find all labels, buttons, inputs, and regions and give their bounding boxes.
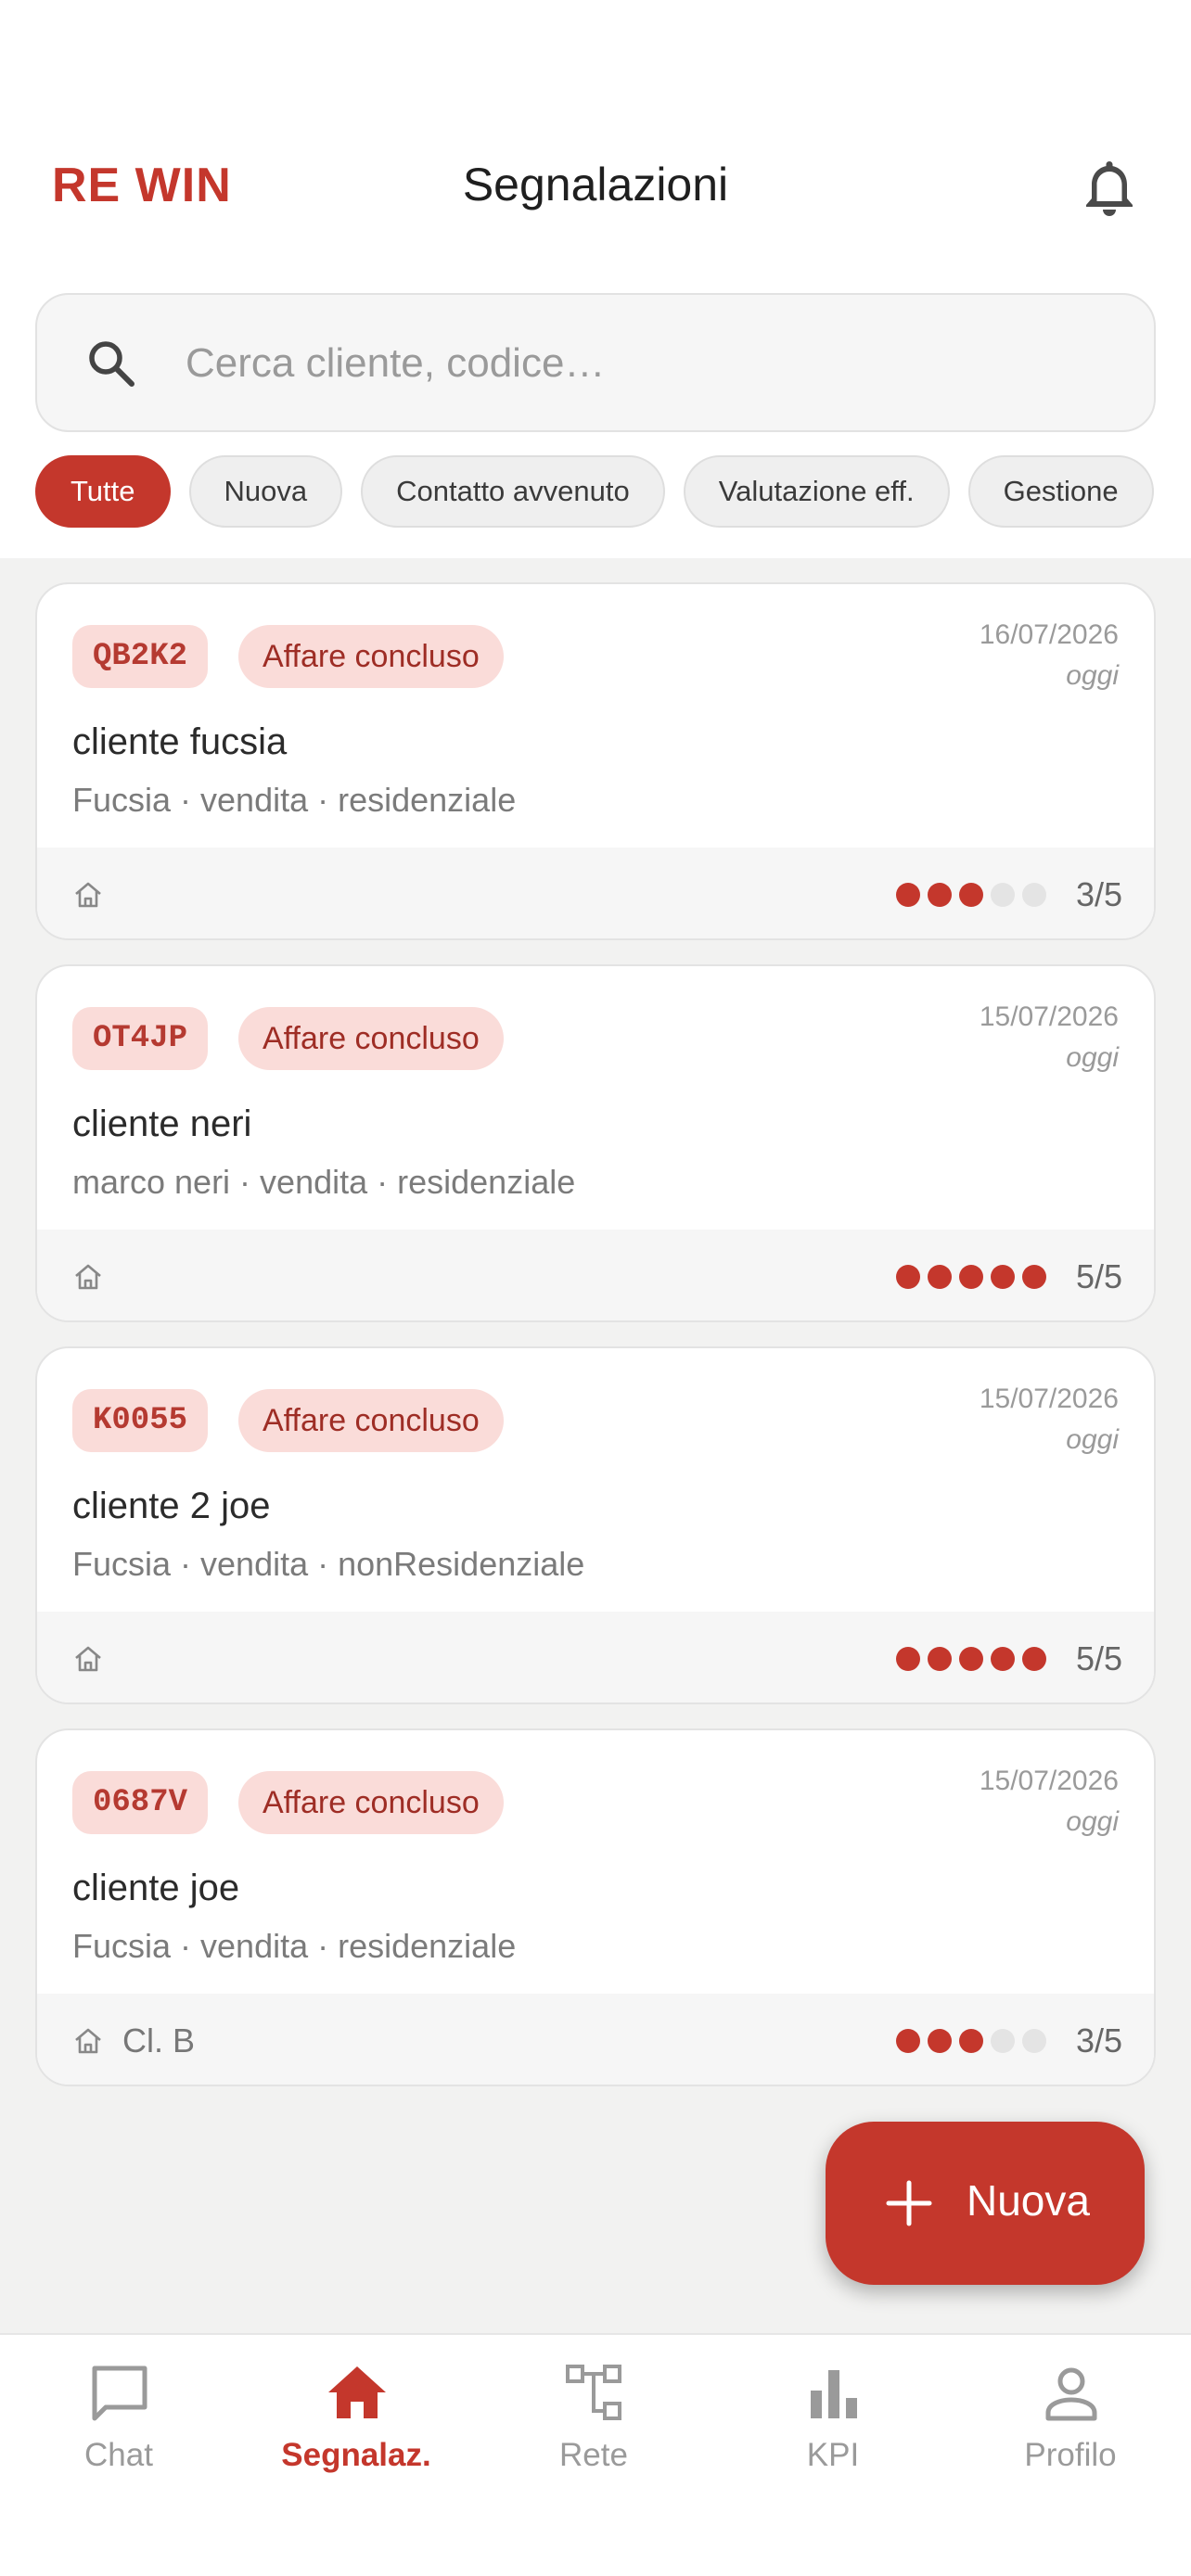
referral-meta: Fucsia · vendita · residenziale xyxy=(72,1927,517,1965)
client-name: cliente 2 joe xyxy=(72,1486,271,1526)
referral-date: 15/07/2026 xyxy=(979,1384,1119,1414)
referral-relative-date: oggi xyxy=(1066,660,1119,691)
referral-code: K0055 xyxy=(72,1389,209,1452)
referral-relative-date: oggi xyxy=(1066,1806,1119,1837)
status-badge: Affare concluso xyxy=(238,625,504,688)
score-dot xyxy=(896,883,920,907)
nav-label: Segnalaz. xyxy=(281,2437,431,2473)
score-value: 5/5 xyxy=(1075,1257,1122,1295)
score-dot xyxy=(928,1265,952,1289)
profile-icon xyxy=(1045,2367,1097,2421)
score-dot xyxy=(928,1647,952,1671)
score-dot xyxy=(896,1265,920,1289)
nav-item-kpi[interactable]: KPI xyxy=(714,2335,952,2520)
client-name: cliente joe xyxy=(72,1868,240,1908)
bell-icon[interactable] xyxy=(1080,156,1139,219)
referral-date: 15/07/2026 xyxy=(979,1001,1119,1032)
referral-card[interactable]: OT4JP Affare concluso 15/07/2026 oggi cl… xyxy=(35,964,1156,1322)
filter-chip-contatto-avvenuto[interactable]: Contatto avvenuto xyxy=(361,455,665,528)
score-value: 5/5 xyxy=(1075,1639,1122,1677)
search-input[interactable] xyxy=(186,323,1113,404)
referral-code: OT4JP xyxy=(72,1007,209,1070)
score-dot xyxy=(928,883,952,907)
client-name: cliente neri xyxy=(72,1103,252,1144)
status-badge: Affare concluso xyxy=(238,1771,504,1834)
nav-item-rete[interactable]: Rete xyxy=(475,2335,712,2520)
card-footer: Cl. B 3/5 xyxy=(37,1994,1154,2085)
home-icon xyxy=(75,1646,101,1672)
filter-chip-nuova[interactable]: Nuova xyxy=(188,455,343,528)
referral-date: 15/07/2026 xyxy=(979,1766,1119,1796)
referral-meta: marco neri · vendita · residenziale xyxy=(72,1163,576,1201)
score-value: 3/5 xyxy=(1075,2021,1122,2060)
status-badge: Affare concluso xyxy=(238,1007,504,1070)
nav-label: Chat xyxy=(84,2437,153,2473)
status-badge: Affare concluso xyxy=(238,1389,504,1452)
nav-item-profilo[interactable]: Profilo xyxy=(952,2335,1189,2520)
nav-label: Profilo xyxy=(1024,2437,1117,2473)
status-filter-bar: Tutte Nuova Contatto avvenuto Valutazione e… xyxy=(35,455,1156,529)
new-referral-button[interactable]: Nuova xyxy=(826,2122,1145,2285)
score-dot xyxy=(1022,1265,1046,1289)
filter-chip-valutazione[interactable]: Valutazione eff. xyxy=(683,455,950,528)
bottom-navigation: Chat Segnalaz. Rete KPI Profilo xyxy=(0,2333,1191,2576)
filter-chip-tutte[interactable]: Tutte xyxy=(35,455,171,528)
score-dot xyxy=(959,2029,983,2053)
referral-relative-date: oggi xyxy=(1066,1424,1119,1455)
chat-icon xyxy=(92,2366,147,2421)
search-bar[interactable] xyxy=(35,293,1156,432)
score-dot xyxy=(991,1265,1015,1289)
home-icon xyxy=(75,882,101,908)
new-referral-label: Nuova xyxy=(967,2176,1090,2225)
score-dot xyxy=(928,2029,952,2053)
score-dot xyxy=(959,883,983,907)
card-footer: 5/5 xyxy=(37,1230,1154,1320)
score-dot xyxy=(959,1265,983,1289)
referral-code: 0687V xyxy=(72,1771,209,1834)
referral-card[interactable]: QB2K2 Affare concluso 16/07/2026 oggi cl… xyxy=(35,582,1156,940)
bar-chart-icon xyxy=(811,2370,857,2418)
nav-item-segnalazioni[interactable]: Segnalaz. xyxy=(237,2335,475,2520)
score-dots xyxy=(889,1647,1046,1673)
referral-date: 16/07/2026 xyxy=(979,619,1119,650)
card-footer: 3/5 xyxy=(37,848,1154,938)
referral-card[interactable]: K0055 Affare concluso 15/07/2026 oggi cl… xyxy=(35,1346,1156,1704)
card-footer: 5/5 xyxy=(37,1612,1154,1702)
score-dot xyxy=(959,1647,983,1671)
score-dots xyxy=(889,883,1046,909)
search-icon xyxy=(89,341,134,387)
plus-icon xyxy=(886,2180,932,2226)
referral-meta: Fucsia · vendita · residenziale xyxy=(72,781,517,819)
score-dot xyxy=(1022,883,1046,907)
referral-meta: Fucsia · vendita · nonResidenziale xyxy=(72,1545,585,1583)
score-dot xyxy=(991,883,1015,907)
network-icon xyxy=(566,2365,621,2420)
score-dots xyxy=(889,2029,1046,2055)
class-label: Cl. B xyxy=(122,2021,196,2060)
score-value: 3/5 xyxy=(1075,875,1122,913)
score-dot xyxy=(991,1647,1015,1671)
score-dot xyxy=(896,2029,920,2053)
home-icon xyxy=(75,2028,101,2054)
score-dot xyxy=(896,1647,920,1671)
score-dot xyxy=(1022,2029,1046,2053)
score-dot xyxy=(1022,1647,1046,1671)
score-dots xyxy=(889,1265,1046,1291)
referral-card[interactable]: 0687V Affare concluso 15/07/2026 oggi cl… xyxy=(35,1728,1156,2086)
referral-relative-date: oggi xyxy=(1066,1042,1119,1073)
home-icon xyxy=(328,2366,386,2418)
nav-item-chat[interactable]: Chat xyxy=(0,2335,237,2520)
client-name: cliente fucsia xyxy=(72,721,288,762)
referral-code: QB2K2 xyxy=(72,625,209,688)
nav-label: Rete xyxy=(559,2437,628,2473)
top-bar: RE WIN Segnalazioni TutteNuovaContatto a… xyxy=(0,0,1191,558)
nav-label: KPI xyxy=(806,2437,860,2473)
page-title: Segnalazioni xyxy=(462,159,729,210)
score-dot xyxy=(991,2029,1015,2053)
filter-chip-gestione[interactable]: Gestione xyxy=(967,455,1154,528)
home-icon xyxy=(75,1264,101,1290)
